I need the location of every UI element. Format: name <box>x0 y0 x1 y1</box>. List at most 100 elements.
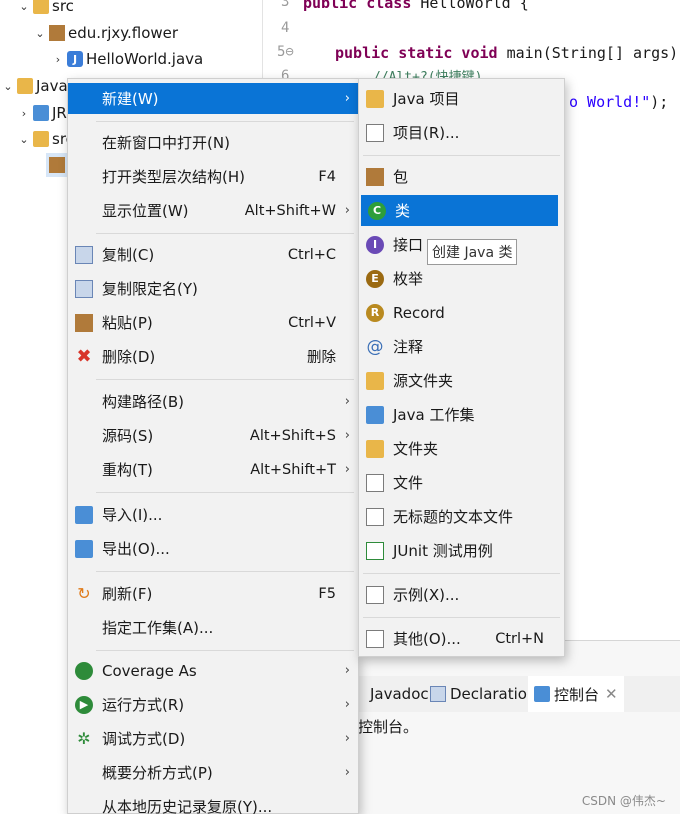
menu-label: 概要分析方式(P) <box>102 764 213 782</box>
menu-item-run-as[interactable]: ▶ 运行方式(R) › <box>68 689 358 720</box>
menu-label: 文件夹 <box>393 440 439 458</box>
submenu-item-record[interactable]: R Record <box>359 297 564 328</box>
expand-chevron-icon[interactable]: ⌄ <box>18 0 30 13</box>
menu-label: 新建(W) <box>102 90 159 108</box>
submenu-arrow-icon: › <box>344 428 350 443</box>
junit-icon <box>366 541 384 560</box>
menu-item-refresh[interactable]: ↻ 刷新(F) F5 <box>68 578 358 609</box>
menu-label: 打开类型层次结构(H) <box>102 168 245 186</box>
refresh-icon: ↻ <box>77 583 91 603</box>
collapse-chevron-icon[interactable]: › <box>52 53 64 66</box>
menu-item-delete[interactable]: ✖ 删除(D) 删除 <box>68 341 358 372</box>
code-line-3: public class HelloWorld { <box>303 0 529 12</box>
menu-item-import[interactable]: 导入(I)... <box>68 499 358 530</box>
line-number-fold[interactable]: 5⊖ <box>277 44 294 60</box>
tab-javadoc[interactable]: Javadoc <box>370 676 429 712</box>
menu-label: Java 工作集 <box>393 406 475 424</box>
submenu-item-untitled-text-file[interactable]: 无标题的文本文件 <box>359 501 564 532</box>
submenu-arrow-icon: › <box>344 394 350 409</box>
tree-item-helloworld-java[interactable]: › J HelloWorld.java <box>52 47 203 71</box>
submenu-item-example[interactable]: 示例(X)... <box>359 579 564 610</box>
menu-item-restore-from-history[interactable]: 从本地历史记录复原(Y)... <box>68 791 358 814</box>
menu-item-export[interactable]: 导出(O)... <box>68 533 358 564</box>
menu-label: 调试方式(D) <box>102 730 186 748</box>
menu-item-open-type-hierarchy[interactable]: 打开类型层次结构(H) F4 <box>68 161 358 192</box>
menu-item-refactor[interactable]: 重构(T) Alt+Shift+T › <box>68 454 358 485</box>
tab-console[interactable]: 控制台 ✕ <box>528 676 624 712</box>
expand-chevron-icon[interactable]: ⌄ <box>34 27 46 40</box>
submenu-item-enum[interactable]: E 枚举 <box>359 263 564 294</box>
submenu-item-java-project[interactable]: Java 项目 <box>359 83 564 114</box>
submenu-item-folder[interactable]: 文件夹 <box>359 433 564 464</box>
submenu-item-source-folder[interactable]: 源文件夹 <box>359 365 564 396</box>
menu-separator <box>363 155 560 156</box>
submenu-item-file[interactable]: 文件 <box>359 467 564 498</box>
source-folder-icon <box>366 371 384 390</box>
selected-package-row[interactable] <box>46 153 68 177</box>
text-file-icon <box>366 507 384 526</box>
menu-item-build-path[interactable]: 构建路径(B) › <box>68 386 358 417</box>
collapse-chevron-icon[interactable]: › <box>18 107 30 120</box>
submenu-item-project[interactable]: 项目(R)... <box>359 117 564 148</box>
menu-item-debug-as[interactable]: ✲ 调试方式(D) › <box>68 723 358 754</box>
submenu-item-java-working-set[interactable]: Java 工作集 <box>359 399 564 430</box>
tab-declaration[interactable]: Declaration <box>430 676 536 712</box>
menu-item-open-new-window[interactable]: 在新窗口中打开(N) <box>68 127 358 158</box>
menu-label: 文件 <box>393 474 424 492</box>
package-icon <box>49 157 65 173</box>
menu-label: 在新窗口中打开(N) <box>102 134 230 152</box>
tree-item-src[interactable]: ⌄ src <box>18 127 74 151</box>
menu-label: 注释 <box>393 338 424 356</box>
code-line-7: o World!"); <box>569 93 669 111</box>
submenu-item-other[interactable]: 其他(O)... Ctrl+N <box>359 623 564 654</box>
source-folder-icon <box>33 0 49 14</box>
expand-chevron-icon[interactable]: ⌄ <box>2 80 14 93</box>
menu-item-coverage-as[interactable]: Coverage As › <box>68 655 358 686</box>
menu-label: 类 <box>395 202 411 220</box>
menu-label: 包 <box>393 168 409 186</box>
tree-item-package[interactable]: ⌄ edu.rjxy.flower <box>34 21 178 45</box>
menu-item-new[interactable]: 新建(W) › <box>68 83 358 114</box>
menu-accelerator: Alt+Shift+T <box>250 461 336 478</box>
expand-chevron-icon[interactable]: ⌄ <box>18 133 30 146</box>
submenu-item-class[interactable]: C 类 <box>361 195 558 226</box>
menu-item-profile-as[interactable]: 概要分析方式(P) › <box>68 757 358 788</box>
submenu-item-package[interactable]: 包 <box>359 161 564 192</box>
menu-item-copy[interactable]: 复制(C) Ctrl+C <box>68 239 358 270</box>
submenu-arrow-icon: › <box>344 697 350 712</box>
submenu-item-annotation[interactable]: @ 注释 <box>359 331 564 362</box>
other-wizard-icon <box>366 629 384 648</box>
menu-item-paste[interactable]: 粘贴(P) Ctrl+V <box>68 307 358 338</box>
menu-label: 复制限定名(Y) <box>102 280 198 298</box>
submenu-item-junit-test-case[interactable]: JUnit 测试用例 <box>359 535 564 566</box>
tooltip: 创建 Java 类 <box>427 239 518 265</box>
menu-item-source[interactable]: 源码(S) Alt+Shift+S › <box>68 420 358 451</box>
submenu-arrow-icon: › <box>344 91 350 106</box>
file-icon <box>366 473 384 492</box>
menu-accelerator: Ctrl+V <box>288 314 336 331</box>
menu-accelerator: F5 <box>318 585 336 602</box>
line-number: 3 <box>281 0 290 10</box>
close-icon[interactable]: ✕ <box>605 685 618 703</box>
menu-label: 重构(T) <box>102 461 153 479</box>
menu-item-show-in[interactable]: 显示位置(W) Alt+Shift+W › <box>68 195 358 226</box>
line-number: 4 <box>281 20 290 36</box>
run-icon: ▶ <box>75 695 93 714</box>
tree-item-src-top[interactable]: ⌄ src <box>18 0 74 18</box>
export-icon <box>75 539 93 558</box>
tree-item-jre[interactable]: › JRI <box>18 101 71 125</box>
annotation-icon: @ <box>366 336 384 357</box>
menu-label: 刷新(F) <box>102 585 153 603</box>
menu-label: 其他(O)... <box>393 630 461 648</box>
menu-separator <box>363 617 560 618</box>
tab-label: Declaration <box>450 685 537 703</box>
coverage-icon <box>75 661 93 680</box>
menu-item-copy-qualified-name[interactable]: 复制限定名(Y) <box>68 273 358 304</box>
menu-item-assign-working-set[interactable]: 指定工作集(A)... <box>68 612 358 643</box>
menu-accelerator: F4 <box>318 168 336 185</box>
menu-accelerator: Ctrl+N <box>495 630 544 647</box>
menu-label: 导出(O)... <box>102 540 170 558</box>
delete-icon: ✖ <box>76 345 92 367</box>
menu-label: 项目(R)... <box>393 124 460 142</box>
menu-separator <box>96 379 354 380</box>
